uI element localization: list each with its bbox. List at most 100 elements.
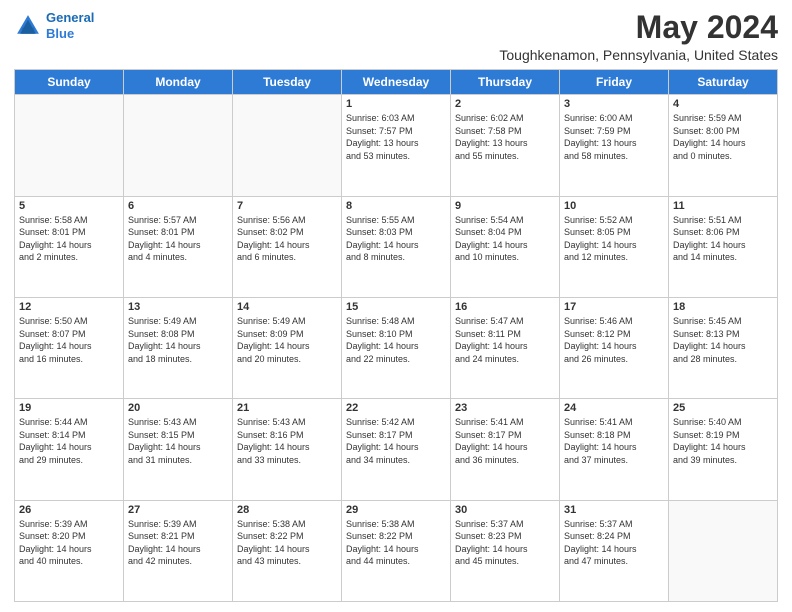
day-number: 11 xyxy=(673,200,773,212)
calendar: Sunday Monday Tuesday Wednesday Thursday… xyxy=(14,69,778,602)
page: General Blue May 2024 Toughkenamon, Penn… xyxy=(0,0,792,612)
day-info: Sunrise: 6:00 AM Sunset: 7:59 PM Dayligh… xyxy=(564,112,664,162)
day-number: 8 xyxy=(346,200,446,212)
day-cell: 11 Sunrise: 5:51 AM Sunset: 8:06 PM Dayli… xyxy=(669,196,778,297)
day-info: Sunrise: 5:37 AM Sunset: 8:23 PM Dayligh… xyxy=(455,518,555,568)
day-number: 31 xyxy=(564,504,664,516)
day-info: Sunrise: 5:42 AM Sunset: 8:17 PM Dayligh… xyxy=(346,416,446,466)
day-number: 9 xyxy=(455,200,555,212)
header-row: Sunday Monday Tuesday Wednesday Thursday… xyxy=(15,70,778,95)
day-cell: 10Sunrise: 5:52 AM Sunset: 8:05 PM Dayli… xyxy=(560,196,669,297)
day-number: 7 xyxy=(237,200,337,212)
day-info: Sunrise: 5:55 AM Sunset: 8:03 PM Dayligh… xyxy=(346,214,446,264)
day-number: 2 xyxy=(455,98,555,110)
day-cell: 13 Sunrise: 5:49 AM Sunset: 8:08 PM Dayli… xyxy=(124,297,233,398)
day-cell: 19 Sunrise: 5:44 AM Sunset: 8:14 PM Dayli… xyxy=(15,399,124,500)
day-cell: 24 Sunrise: 5:41 AM Sunset: 8:18 PM Dayli… xyxy=(560,399,669,500)
calendar-body: 1Sunrise: 6:03 AM Sunset: 7:57 PM Daylig… xyxy=(15,95,778,602)
day-cell: 20 Sunrise: 5:43 AM Sunset: 8:15 PM Dayli… xyxy=(124,399,233,500)
col-monday: Monday xyxy=(124,70,233,95)
day-cell: 17 Sunrise: 5:46 AM Sunset: 8:12 PM Dayli… xyxy=(560,297,669,398)
day-cell xyxy=(233,95,342,196)
day-cell: 18Sunrise: 5:45 AM Sunset: 8:13 PM Dayli… xyxy=(669,297,778,398)
day-info: Sunrise: 5:49 AM Sunset: 8:09 PM Dayligh… xyxy=(237,315,337,365)
day-info: Sunrise: 5:57 AM Sunset: 8:01 PM Dayligh… xyxy=(128,214,228,264)
day-cell: 8 Sunrise: 5:55 AM Sunset: 8:03 PM Daylig… xyxy=(342,196,451,297)
day-info: Sunrise: 5:48 AM Sunset: 8:10 PM Dayligh… xyxy=(346,315,446,365)
day-number: 30 xyxy=(455,504,555,516)
day-number: 13 xyxy=(128,301,228,313)
day-info: Sunrise: 5:49 AM Sunset: 8:08 PM Dayligh… xyxy=(128,315,228,365)
week-row-2: 5Sunrise: 5:58 AM Sunset: 8:01 PM Daylig… xyxy=(15,196,778,297)
main-title: May 2024 xyxy=(499,10,778,45)
day-cell: 23 Sunrise: 5:41 AM Sunset: 8:17 PM Dayli… xyxy=(451,399,560,500)
day-info: Sunrise: 5:54 AM Sunset: 8:04 PM Dayligh… xyxy=(455,214,555,264)
day-info: Sunrise: 5:41 AM Sunset: 8:17 PM Dayligh… xyxy=(455,416,555,466)
day-info: Sunrise: 5:59 AM Sunset: 8:00 PM Dayligh… xyxy=(673,112,773,162)
day-info: Sunrise: 6:03 AM Sunset: 7:57 PM Dayligh… xyxy=(346,112,446,162)
day-cell: 30 Sunrise: 5:37 AM Sunset: 8:23 PM Dayli… xyxy=(451,500,560,601)
day-cell: 16 Sunrise: 5:47 AM Sunset: 8:11 PM Dayli… xyxy=(451,297,560,398)
day-number: 20 xyxy=(128,402,228,414)
week-row-1: 1Sunrise: 6:03 AM Sunset: 7:57 PM Daylig… xyxy=(15,95,778,196)
day-number: 19 xyxy=(19,402,119,414)
day-cell: 5Sunrise: 5:58 AM Sunset: 8:01 PM Daylig… xyxy=(15,196,124,297)
col-tuesday: Tuesday xyxy=(233,70,342,95)
day-info: Sunrise: 5:38 AM Sunset: 8:22 PM Dayligh… xyxy=(346,518,446,568)
day-number: 12 xyxy=(19,301,119,313)
day-info: Sunrise: 5:43 AM Sunset: 8:15 PM Dayligh… xyxy=(128,416,228,466)
day-info: Sunrise: 5:52 AM Sunset: 8:05 PM Dayligh… xyxy=(564,214,664,264)
day-info: Sunrise: 6:02 AM Sunset: 7:58 PM Dayligh… xyxy=(455,112,555,162)
calendar-header: Sunday Monday Tuesday Wednesday Thursday… xyxy=(15,70,778,95)
day-number: 28 xyxy=(237,504,337,516)
day-info: Sunrise: 5:51 AM Sunset: 8:06 PM Dayligh… xyxy=(673,214,773,264)
col-wednesday: Wednesday xyxy=(342,70,451,95)
day-info: Sunrise: 5:40 AM Sunset: 8:19 PM Dayligh… xyxy=(673,416,773,466)
day-cell: 2 Sunrise: 6:02 AM Sunset: 7:58 PM Daylig… xyxy=(451,95,560,196)
day-cell: 9 Sunrise: 5:54 AM Sunset: 8:04 PM Daylig… xyxy=(451,196,560,297)
day-cell xyxy=(124,95,233,196)
day-info: Sunrise: 5:50 AM Sunset: 8:07 PM Dayligh… xyxy=(19,315,119,365)
logo-icon xyxy=(14,12,42,40)
day-info: Sunrise: 5:41 AM Sunset: 8:18 PM Dayligh… xyxy=(564,416,664,466)
logo-blue: Blue xyxy=(46,26,74,41)
day-cell: 14 Sunrise: 5:49 AM Sunset: 8:09 PM Dayli… xyxy=(233,297,342,398)
subtitle: Toughkenamon, Pennsylvania, United State… xyxy=(499,47,778,63)
week-row-3: 12 Sunrise: 5:50 AM Sunset: 8:07 PM Dayli… xyxy=(15,297,778,398)
day-cell: 4 Sunrise: 5:59 AM Sunset: 8:00 PM Daylig… xyxy=(669,95,778,196)
day-cell: 12 Sunrise: 5:50 AM Sunset: 8:07 PM Dayli… xyxy=(15,297,124,398)
day-info: Sunrise: 5:47 AM Sunset: 8:11 PM Dayligh… xyxy=(455,315,555,365)
day-number: 24 xyxy=(564,402,664,414)
day-number: 4 xyxy=(673,98,773,110)
day-number: 21 xyxy=(237,402,337,414)
day-number: 17 xyxy=(564,301,664,313)
title-block: May 2024 Toughkenamon, Pennsylvania, Uni… xyxy=(499,10,778,63)
day-number: 16 xyxy=(455,301,555,313)
day-number: 29 xyxy=(346,504,446,516)
logo-text: General Blue xyxy=(46,10,94,41)
day-cell xyxy=(15,95,124,196)
day-number: 22 xyxy=(346,402,446,414)
day-number: 14 xyxy=(237,301,337,313)
header: General Blue May 2024 Toughkenamon, Penn… xyxy=(14,10,778,63)
col-friday: Friday xyxy=(560,70,669,95)
day-info: Sunrise: 5:46 AM Sunset: 8:12 PM Dayligh… xyxy=(564,315,664,365)
day-cell: 31 Sunrise: 5:37 AM Sunset: 8:24 PM Dayli… xyxy=(560,500,669,601)
day-info: Sunrise: 5:39 AM Sunset: 8:21 PM Dayligh… xyxy=(128,518,228,568)
day-info: Sunrise: 5:39 AM Sunset: 8:20 PM Dayligh… xyxy=(19,518,119,568)
day-number: 25 xyxy=(673,402,773,414)
day-info: Sunrise: 5:44 AM Sunset: 8:14 PM Dayligh… xyxy=(19,416,119,466)
day-info: Sunrise: 5:58 AM Sunset: 8:01 PM Dayligh… xyxy=(19,214,119,264)
day-cell: 25 Sunrise: 5:40 AM Sunset: 8:19 PM Dayli… xyxy=(669,399,778,500)
day-number: 26 xyxy=(19,504,119,516)
day-number: 3 xyxy=(564,98,664,110)
logo-general: General xyxy=(46,10,94,25)
day-cell: 29 Sunrise: 5:38 AM Sunset: 8:22 PM Dayli… xyxy=(342,500,451,601)
week-row-5: 26 Sunrise: 5:39 AM Sunset: 8:20 PM Dayli… xyxy=(15,500,778,601)
day-cell: 3 Sunrise: 6:00 AM Sunset: 7:59 PM Daylig… xyxy=(560,95,669,196)
day-info: Sunrise: 5:37 AM Sunset: 8:24 PM Dayligh… xyxy=(564,518,664,568)
day-number: 15 xyxy=(346,301,446,313)
day-number: 23 xyxy=(455,402,555,414)
day-cell: 26 Sunrise: 5:39 AM Sunset: 8:20 PM Dayli… xyxy=(15,500,124,601)
col-sunday: Sunday xyxy=(15,70,124,95)
